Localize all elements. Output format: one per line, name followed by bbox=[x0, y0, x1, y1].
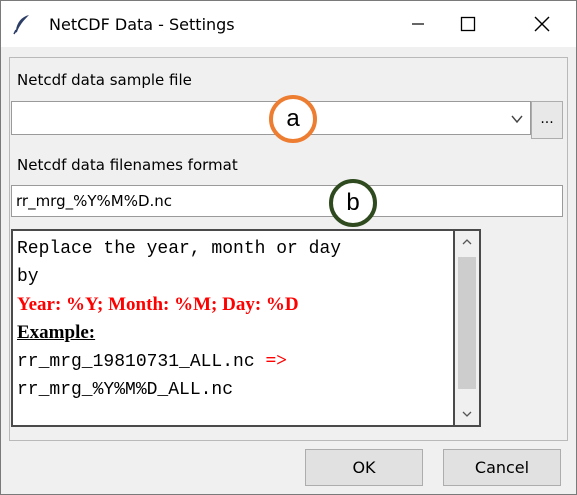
maximize-icon bbox=[460, 16, 476, 32]
ok-button[interactable]: OK bbox=[305, 449, 423, 486]
filename-format-label: Netcdf data filenames format bbox=[17, 156, 238, 174]
help-line-1: Replace the year, month or day bbox=[17, 239, 342, 259]
sample-file-label: Netcdf data sample file bbox=[17, 71, 192, 89]
scroll-down-button[interactable] bbox=[455, 403, 479, 425]
browse-button[interactable]: ... bbox=[531, 101, 563, 139]
filename-format-input[interactable]: rr_mrg_%Y%M%D.nc bbox=[11, 185, 563, 217]
callout-b: b bbox=[329, 179, 377, 227]
help-example-input: rr_mrg_19810731_ALL.nc bbox=[17, 352, 266, 372]
help-textbox[interactable]: Replace the year, month or day by Year: … bbox=[11, 229, 455, 427]
maximize-button[interactable] bbox=[445, 1, 491, 47]
title-bar: NetCDF Data - Settings bbox=[1, 1, 576, 47]
settings-window: NetCDF Data - Settings Netcdf data sampl… bbox=[0, 0, 577, 495]
close-icon bbox=[534, 16, 550, 32]
feather-icon bbox=[11, 13, 33, 35]
scroll-thumb[interactable] bbox=[458, 257, 476, 389]
help-example-output: rr_mrg_%Y%M%D_ALL.nc bbox=[17, 380, 234, 400]
chevron-down-icon[interactable] bbox=[510, 111, 524, 130]
help-example-heading: Example: bbox=[17, 322, 96, 343]
cancel-button[interactable]: Cancel bbox=[443, 449, 561, 486]
help-line-2: by bbox=[17, 267, 39, 287]
minimize-button[interactable] bbox=[395, 1, 441, 47]
close-button[interactable] bbox=[519, 1, 565, 47]
window-title: NetCDF Data - Settings bbox=[49, 15, 235, 34]
callout-a: a bbox=[269, 95, 317, 143]
help-scrollbar[interactable] bbox=[455, 229, 481, 427]
help-line-3: Year: %Y; Month: %M; Day: %D bbox=[17, 294, 299, 315]
scroll-up-button[interactable] bbox=[455, 231, 479, 253]
minimize-icon bbox=[412, 23, 424, 25]
chevron-down-icon bbox=[462, 411, 472, 417]
chevron-up-icon bbox=[462, 239, 472, 245]
help-arrow: => bbox=[265, 350, 288, 371]
